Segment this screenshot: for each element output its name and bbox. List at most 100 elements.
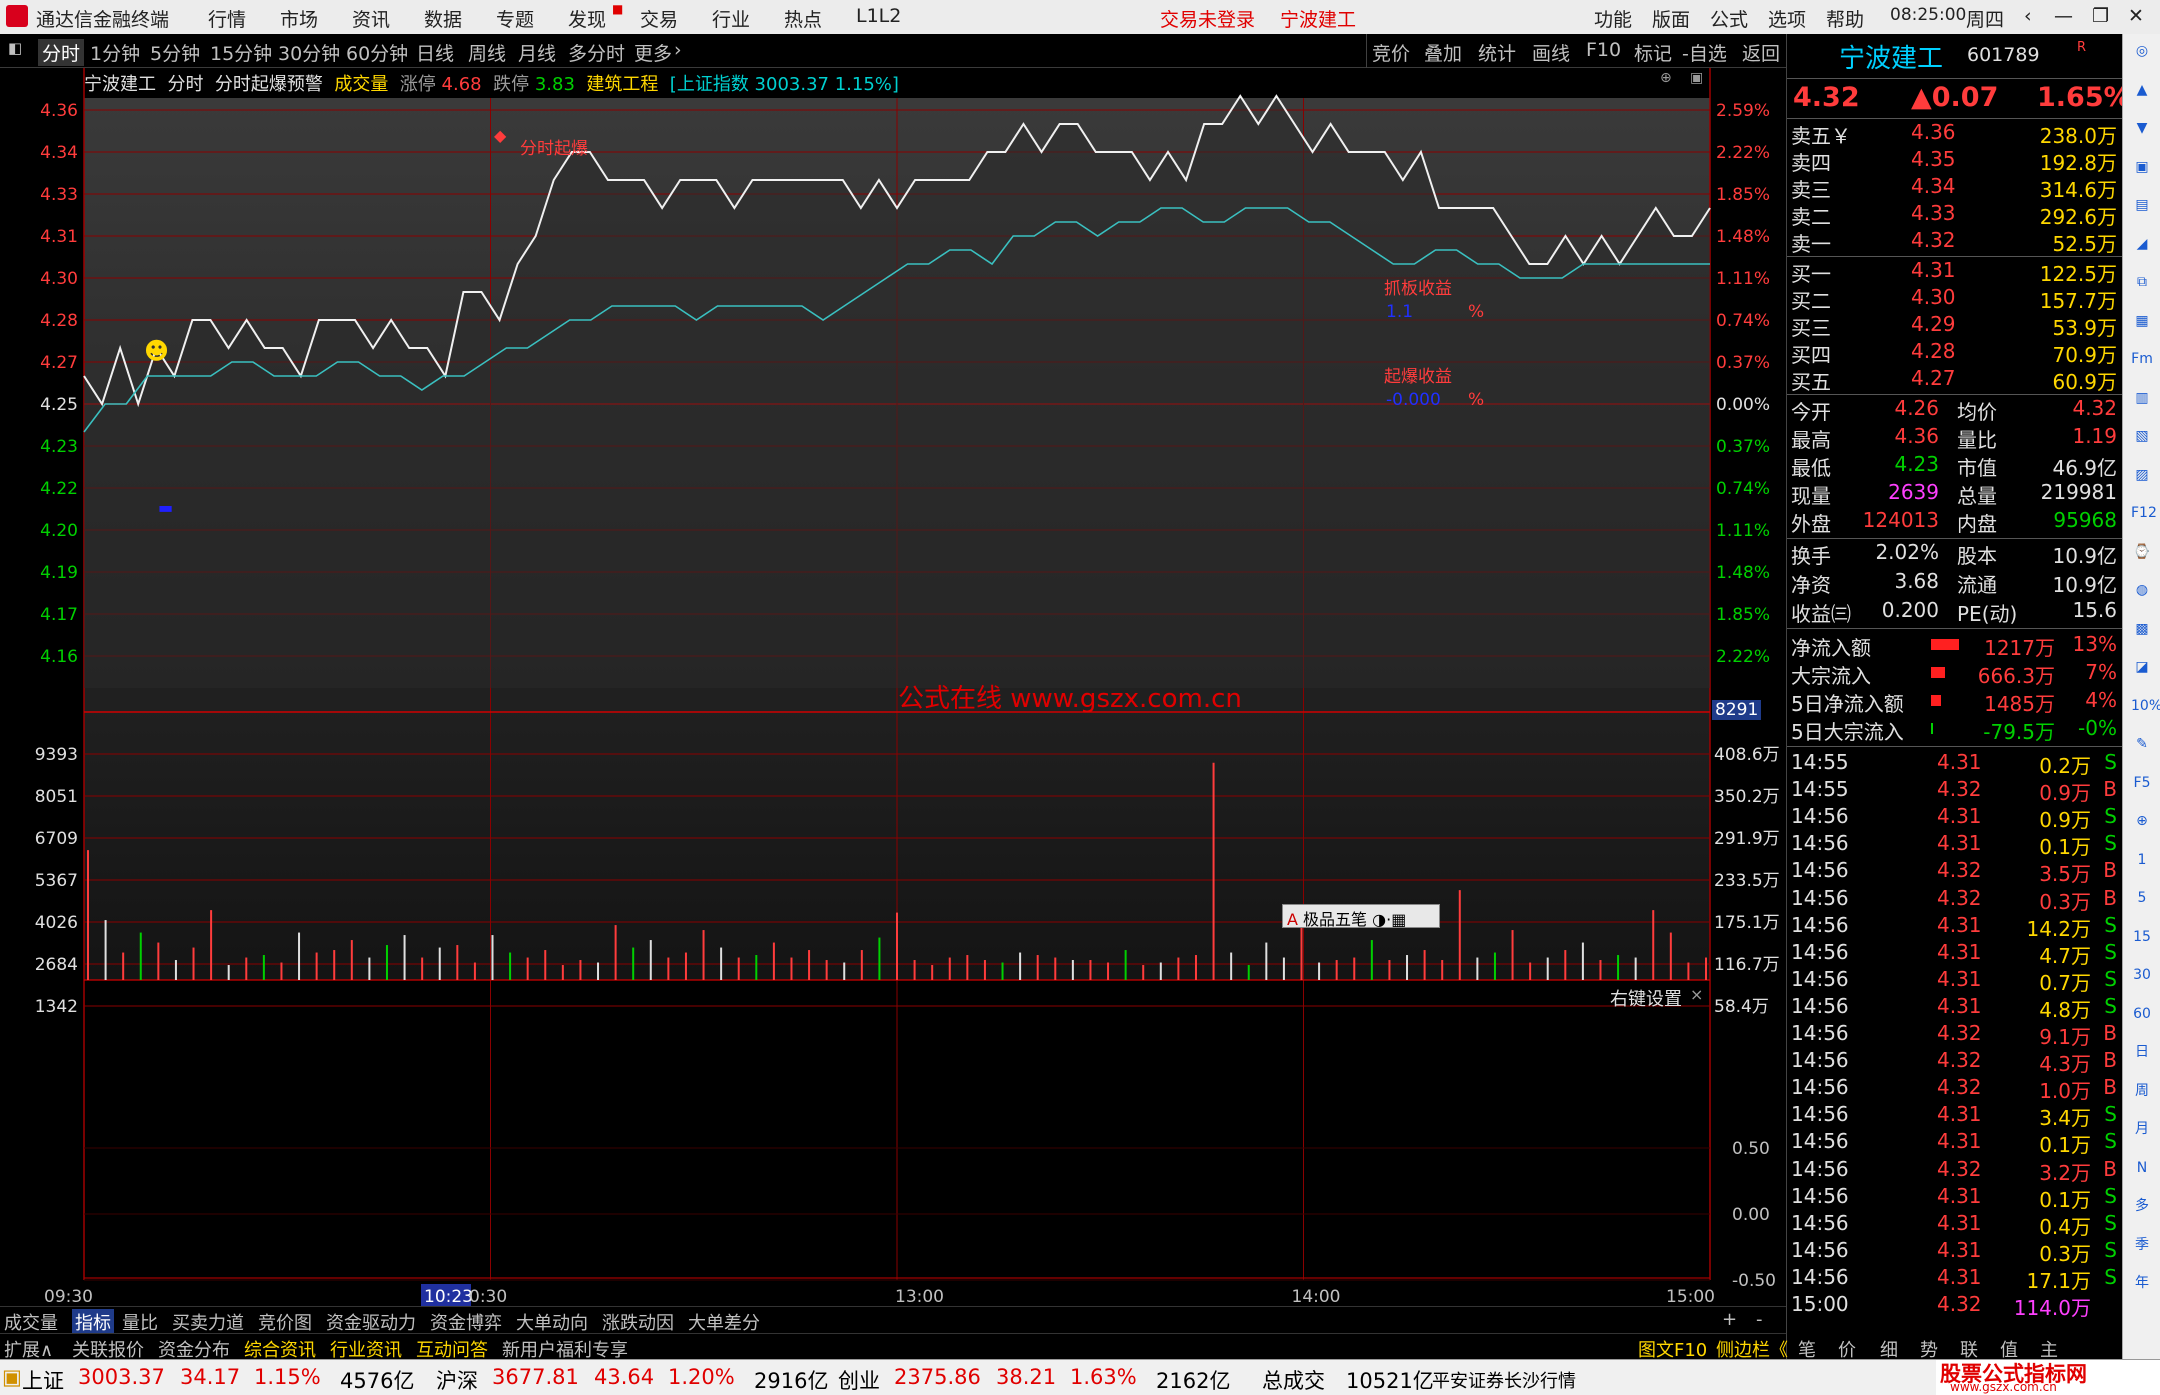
period-intraday[interactable]: 分时 xyxy=(38,39,85,66)
menu-options[interactable]: 选项 xyxy=(1768,5,1806,32)
side-tool-icon[interactable]: 5 xyxy=(2131,887,2153,909)
ime-moon-icon[interactable]: ◑ xyxy=(1372,910,1386,929)
side-tool-icon[interactable]: 日 xyxy=(2131,1041,2153,1063)
menu-hot[interactable]: 热点 xyxy=(784,5,822,32)
menu-topic[interactable]: 专题 xyxy=(496,5,534,32)
side-tool-icon[interactable]: 30 xyxy=(2131,964,2153,986)
indicator-tab[interactable]: 量比 xyxy=(122,1309,158,1335)
draw-button[interactable]: 画线 xyxy=(1532,39,1570,66)
menu-news[interactable]: 资讯 xyxy=(352,5,390,32)
return-button[interactable]: 返回 xyxy=(1742,39,1780,66)
close-settings-icon[interactable]: × xyxy=(1690,985,1703,1004)
add-watchlist-button[interactable]: -自选 xyxy=(1682,39,1727,66)
indicator-tab[interactable]: 资金驱动力 xyxy=(326,1309,416,1335)
side-tool-icon[interactable]: N xyxy=(2131,1157,2153,1179)
ime-keyboard-icon[interactable]: ▦ xyxy=(1391,910,1406,929)
side-tool-icon[interactable]: ▨ xyxy=(2131,464,2153,486)
ime-toolbar[interactable]: A 极品五笔 ◑·▦ xyxy=(1282,904,1440,929)
side-tool-icon[interactable]: ◪ xyxy=(2131,656,2153,678)
period-week[interactable]: 周线 xyxy=(468,39,506,66)
side-tool-icon[interactable]: ◎ xyxy=(2131,40,2153,62)
side-tool-icon[interactable]: 15 xyxy=(2131,926,2153,948)
ask-row[interactable]: 卖二 4.33 292.6万 xyxy=(1791,201,2117,229)
ask-row[interactable]: 卖四 4.35 192.8万 xyxy=(1791,147,2117,175)
intraday-chart[interactable]: 4.36 2.59% 4.34 2.22% 4.33 1.85% 4.31 1.48% 4.30… xyxy=(0,68,1786,1306)
side-tool-icon[interactable]: 周 xyxy=(2131,1080,2153,1102)
ask-row[interactable]: 卖三 4.34 314.6万 xyxy=(1791,174,2117,202)
period-day[interactable]: 日线 xyxy=(416,39,454,66)
close-icon[interactable]: ✕ xyxy=(2128,5,2144,27)
side-tool-icon[interactable]: ⧉ xyxy=(2131,271,2153,293)
overlay-button[interactable]: 叠加 xyxy=(1424,39,1462,66)
zoom-out-button[interactable]: - xyxy=(1756,1309,1763,1330)
stats-button[interactable]: 统计 xyxy=(1478,39,1516,66)
bid-row[interactable]: 买二 4.30 157.7万 xyxy=(1791,285,2117,313)
side-tool-icon[interactable]: F5 xyxy=(2131,772,2153,794)
period-5min[interactable]: 5分钟 xyxy=(150,39,200,66)
side-tool-icon[interactable]: ▲ xyxy=(2131,79,2153,101)
indicator-tab[interactable]: 买卖力道 xyxy=(172,1309,244,1335)
period-multi[interactable]: 多分时 xyxy=(568,39,625,66)
side-tool-icon[interactable]: ▼ xyxy=(2131,117,2153,139)
side-tool-icon[interactable]: ◢ xyxy=(2131,233,2153,255)
chart-maximize-icon[interactable]: ▣ xyxy=(1690,70,1703,86)
index-name[interactable]: 上证 xyxy=(22,1365,64,1395)
period-30min[interactable]: 30分钟 xyxy=(278,39,340,66)
menu-layout[interactable]: 版面 xyxy=(1652,5,1690,32)
zoom-in-button[interactable]: + xyxy=(1722,1309,1737,1330)
menu-discover[interactable]: 发现 xyxy=(568,5,606,32)
side-tool-icon[interactable]: F12 xyxy=(2131,502,2157,524)
ask-row[interactable]: 卖一 4.32 52.5万 xyxy=(1791,228,2117,256)
indicator-tab[interactable]: 成交量 xyxy=(4,1309,58,1335)
menu-help[interactable]: 帮助 xyxy=(1826,5,1864,32)
side-tool-icon[interactable]: ▤ xyxy=(2131,194,2153,216)
period-60min[interactable]: 60分钟 xyxy=(346,39,408,66)
indicator-tab[interactable]: 大单差分 xyxy=(688,1309,760,1335)
menu-formula[interactable]: 公式 xyxy=(1710,5,1748,32)
sidebar-toggle-icon[interactable]: ◧ xyxy=(8,39,22,57)
minimize-icon[interactable]: — xyxy=(2054,5,2073,27)
side-tool-icon[interactable]: ▧ xyxy=(2131,425,2153,447)
side-tool-icon[interactable]: 多 xyxy=(2131,1195,2153,1217)
indicator-tab[interactable]: 指标 xyxy=(72,1309,114,1335)
side-tool-icon[interactable]: ▥ xyxy=(2131,387,2153,409)
back-arrow-icon[interactable]: ‹ xyxy=(2024,5,2032,27)
chart-settings-icon[interactable]: ⊕ xyxy=(1660,70,1672,86)
period-1min[interactable]: 1分钟 xyxy=(90,39,140,66)
restore-icon[interactable]: ❐ xyxy=(2092,5,2109,27)
side-tool-icon[interactable]: 1 xyxy=(2131,849,2153,871)
login-status[interactable]: 交易未登录 xyxy=(1160,5,1255,32)
period-15min[interactable]: 15分钟 xyxy=(210,39,272,66)
side-tool-icon[interactable]: Fm xyxy=(2131,348,2153,370)
indicator-tab[interactable]: 竞价图 xyxy=(258,1309,312,1335)
side-tool-icon[interactable]: ⊕ xyxy=(2131,810,2153,832)
status-icon[interactable]: ▣ xyxy=(2,1365,22,1389)
side-tool-icon[interactable]: 10% xyxy=(2131,695,2160,717)
ask-row[interactable]: 卖五￥ 4.36 238.0万 xyxy=(1791,120,2117,148)
side-tool-icon[interactable]: ✎ xyxy=(2131,733,2153,755)
auction-button[interactable]: 竞价 xyxy=(1372,39,1410,66)
side-tool-icon[interactable]: 年 xyxy=(2131,1272,2153,1294)
menu-trade[interactable]: 交易 xyxy=(640,5,678,32)
menu-data[interactable]: 数据 xyxy=(424,5,462,32)
bid-row[interactable]: 买三 4.29 53.9万 xyxy=(1791,312,2117,340)
side-tool-icon[interactable]: 月 xyxy=(2131,1118,2153,1140)
period-more[interactable]: 更多 xyxy=(634,39,672,66)
more-chevron-icon[interactable]: › xyxy=(674,39,682,61)
f10-button[interactable]: F10 xyxy=(1586,39,1621,61)
period-month[interactable]: 月线 xyxy=(518,39,556,66)
right-click-settings[interactable]: 右键设置 xyxy=(1610,985,1682,1011)
bid-row[interactable]: 买五 4.27 60.9万 xyxy=(1791,366,2117,394)
bid-row[interactable]: 买四 4.28 70.9万 xyxy=(1791,339,2117,367)
side-tool-icon[interactable]: 季 xyxy=(2131,1234,2153,1256)
indicator-tab[interactable]: 资金博弈 xyxy=(430,1309,502,1335)
menu-quotes[interactable]: 行情 xyxy=(208,5,246,32)
menu-market[interactable]: 市场 xyxy=(280,5,318,32)
side-tool-icon[interactable]: 60 xyxy=(2131,1003,2153,1025)
indicator-tab[interactable]: 大单动向 xyxy=(516,1309,588,1335)
side-tool-icon[interactable]: ⌚ xyxy=(2131,541,2153,563)
index-name[interactable]: 沪深 xyxy=(436,1365,478,1395)
menu-industry[interactable]: 行业 xyxy=(712,5,750,32)
side-tool-icon[interactable]: ◍ xyxy=(2131,579,2153,601)
menu-l1l2[interactable]: L1L2 xyxy=(856,5,901,27)
